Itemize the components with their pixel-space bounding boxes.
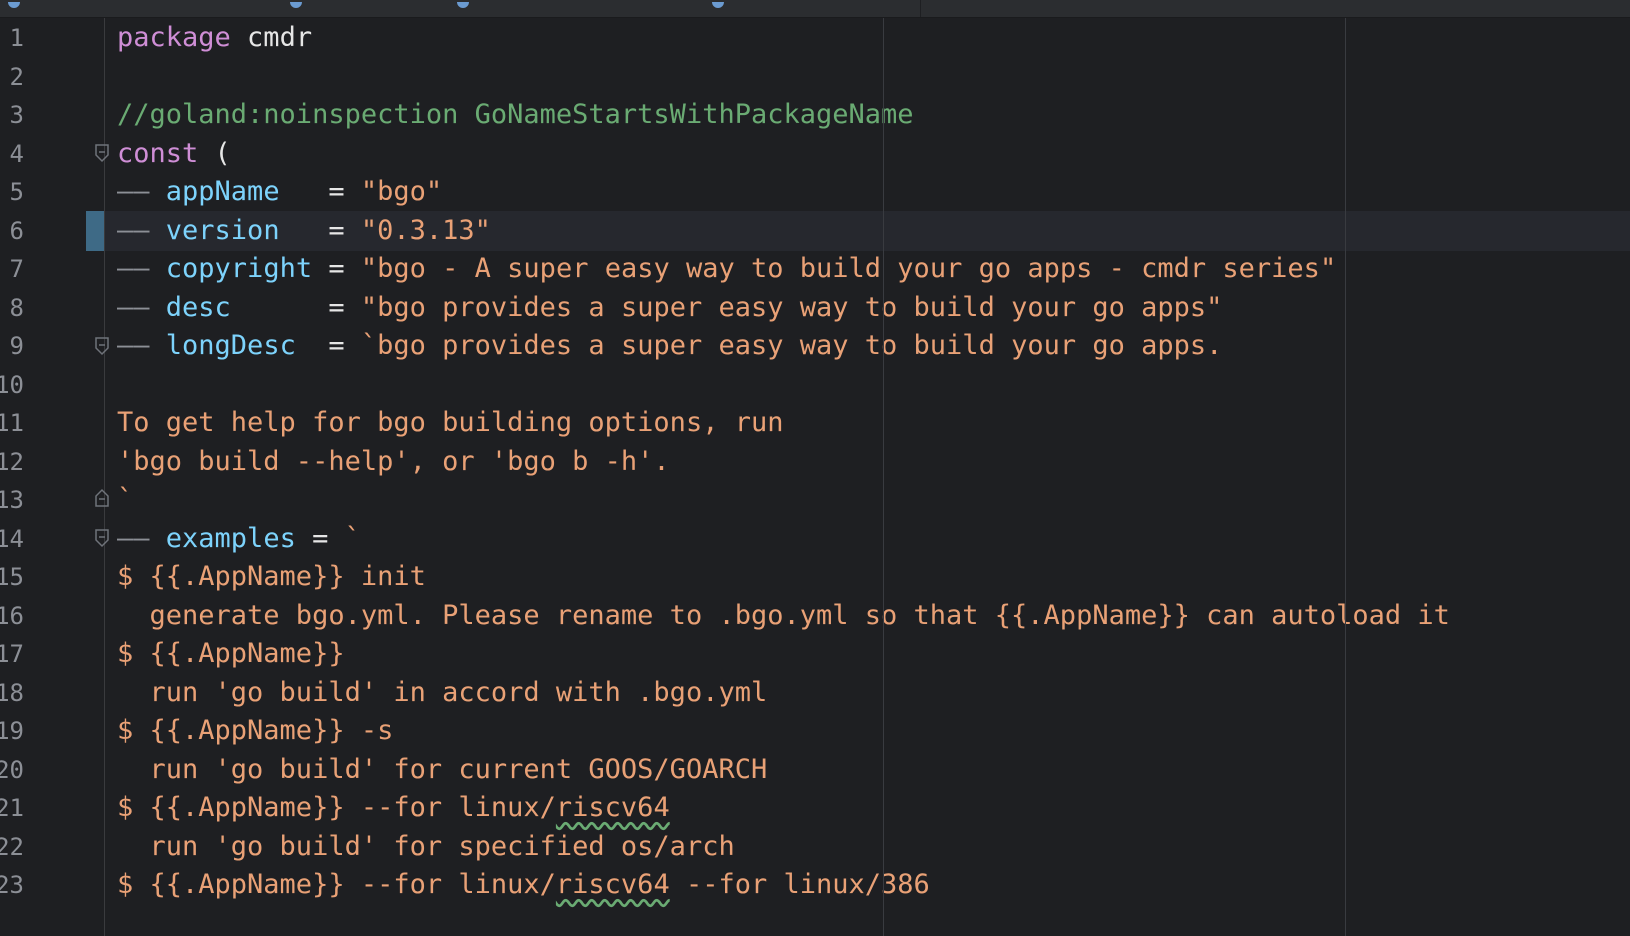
indent-guide-glyph: —— xyxy=(117,330,166,361)
line-number-gutter[interactable]: 1 2 3 4 5 6 7 8 9 10 11 12 13 14 15 16 1… xyxy=(0,18,104,936)
code-line-13[interactable]: ` xyxy=(117,480,133,520)
indent-guide-glyph: —— xyxy=(117,176,166,207)
code-line-3[interactable]: //goland:noinspection GoNameStartsWithPa… xyxy=(117,95,914,135)
string-literal: "0.3.13" xyxy=(360,214,491,246)
code-line-11[interactable]: To get help for bgo building options, ru… xyxy=(117,403,783,443)
editor-tab[interactable] xyxy=(210,0,436,17)
line-number: 5 xyxy=(9,178,24,206)
code-line-22[interactable]: run 'go build' for specified os/arch xyxy=(117,827,735,867)
editor-tab[interactable] xyxy=(0,0,211,17)
code-line-9[interactable]: —— longDesc = `bgo provides a super easy… xyxy=(117,326,1222,366)
const-identifier: appName xyxy=(165,176,280,207)
assign-operator: = xyxy=(230,291,361,323)
line-number: 8 xyxy=(9,293,24,322)
const-identifier: desc xyxy=(165,291,231,323)
string-literal: `bgo provides a super easy way to build … xyxy=(360,330,1223,361)
line-number: 14 xyxy=(0,524,24,553)
line-number: 7 xyxy=(9,255,24,283)
go-file-icon xyxy=(457,2,469,8)
typo-highlight: riscv64 xyxy=(555,792,670,823)
indent-guide-glyph: —— xyxy=(117,522,166,554)
const-identifier: copyright xyxy=(165,253,313,284)
line-number: 23 xyxy=(0,871,24,899)
indent-guide-glyph: —— xyxy=(117,253,166,284)
line-number: 17 xyxy=(0,640,24,668)
code-line-17[interactable]: $ {{.AppName}} xyxy=(117,634,345,674)
const-identifier: examples xyxy=(165,522,296,554)
line-number: 4 xyxy=(9,139,24,168)
code-line-15[interactable]: $ {{.AppName}} init xyxy=(117,557,426,597)
line-number: 16 xyxy=(0,601,24,630)
code-line-8[interactable]: —— desc = "bgo provides a super easy way… xyxy=(117,288,1222,328)
const-identifier: longDesc xyxy=(165,330,296,361)
line-number: 3 xyxy=(9,101,24,129)
line-number: 13 xyxy=(0,486,24,514)
code-line-19[interactable]: $ {{.AppName}} -s xyxy=(117,711,393,751)
code-line-6[interactable]: —— version = "0.3.13" xyxy=(117,211,491,251)
string-literal: "bgo provides a super easy way to build … xyxy=(360,291,1223,323)
code-line-5[interactable]: —— appName = "bgo" xyxy=(117,172,442,212)
line-number: 9 xyxy=(9,332,24,360)
line-number: 10 xyxy=(0,370,24,399)
package-name: cmdr xyxy=(230,22,313,53)
string-segment: $ {{.AppName}} --for linux/ xyxy=(117,869,556,900)
editor-tab[interactable] xyxy=(435,0,691,17)
go-file-icon xyxy=(712,2,724,8)
assign-operator: = xyxy=(295,522,345,554)
editor-tab[interactable] xyxy=(690,0,921,17)
line-number: 21 xyxy=(0,794,24,822)
code-line-7[interactable]: —— copyright = "bgo - A super easy way t… xyxy=(117,249,1336,289)
line-number: 20 xyxy=(0,755,24,784)
string-segment: --for linux/386 xyxy=(669,869,930,900)
paren: ( xyxy=(198,137,231,169)
assign-operator: = xyxy=(312,253,361,284)
line-number: 12 xyxy=(0,447,24,476)
code-line-4[interactable]: const ( xyxy=(117,134,231,174)
assign-operator: = xyxy=(279,176,361,207)
const-identifier: version xyxy=(165,214,280,246)
line-number: 15 xyxy=(0,563,24,591)
string-segment: $ {{.AppName}} --for linux/ xyxy=(117,792,556,823)
code-line-1[interactable]: package cmdr xyxy=(117,18,312,58)
line-number: 11 xyxy=(0,409,24,437)
editor-tab-bar xyxy=(0,0,1630,18)
line-number: 2 xyxy=(9,62,24,91)
assign-operator: = xyxy=(279,214,361,246)
indent-guide-glyph: —— xyxy=(117,291,166,323)
keyword: const xyxy=(117,137,199,169)
go-file-icon xyxy=(290,2,302,8)
indent-guide-glyph: —— xyxy=(117,214,166,246)
code-editor[interactable]: package cmdr //goland:noinspection GoNam… xyxy=(105,18,1630,936)
line-number: 22 xyxy=(0,832,24,861)
typo-highlight: riscv64 xyxy=(555,869,670,900)
line-number: 19 xyxy=(0,717,24,745)
visual-guide-line xyxy=(883,18,884,936)
line-number: 18 xyxy=(0,678,24,707)
code-line-12[interactable]: 'bgo build --help', or 'bgo b -h'. xyxy=(117,442,670,482)
comment: //goland:noinspection GoNameStartsWithPa… xyxy=(117,99,914,130)
line-number: 6 xyxy=(9,216,24,245)
assign-operator: = xyxy=(295,330,361,361)
code-line-16[interactable]: generate bgo.yml. Please rename to .bgo.… xyxy=(117,596,1450,636)
code-line-20[interactable]: run 'go build' for current GOOS/GOARCH xyxy=(117,750,768,790)
code-line-21[interactable]: $ {{.AppName}} --for linux/riscv64 xyxy=(117,788,670,828)
string-literal: "bgo" xyxy=(360,176,443,207)
keyword: package xyxy=(117,22,231,53)
current-line-marker xyxy=(86,210,104,251)
code-line-18[interactable]: run 'go build' in accord with .bgo.yml xyxy=(117,673,768,713)
right-margin-line xyxy=(1345,18,1346,936)
code-line-23[interactable]: $ {{.AppName}} --for linux/riscv64 --for… xyxy=(117,865,930,905)
go-file-icon xyxy=(8,2,20,8)
string-literal: "bgo - A super easy way to build your go… xyxy=(360,253,1337,284)
string-literal: ` xyxy=(344,522,361,554)
code-line-14[interactable]: —— examples = ` xyxy=(117,519,361,559)
line-number: 1 xyxy=(9,24,24,52)
